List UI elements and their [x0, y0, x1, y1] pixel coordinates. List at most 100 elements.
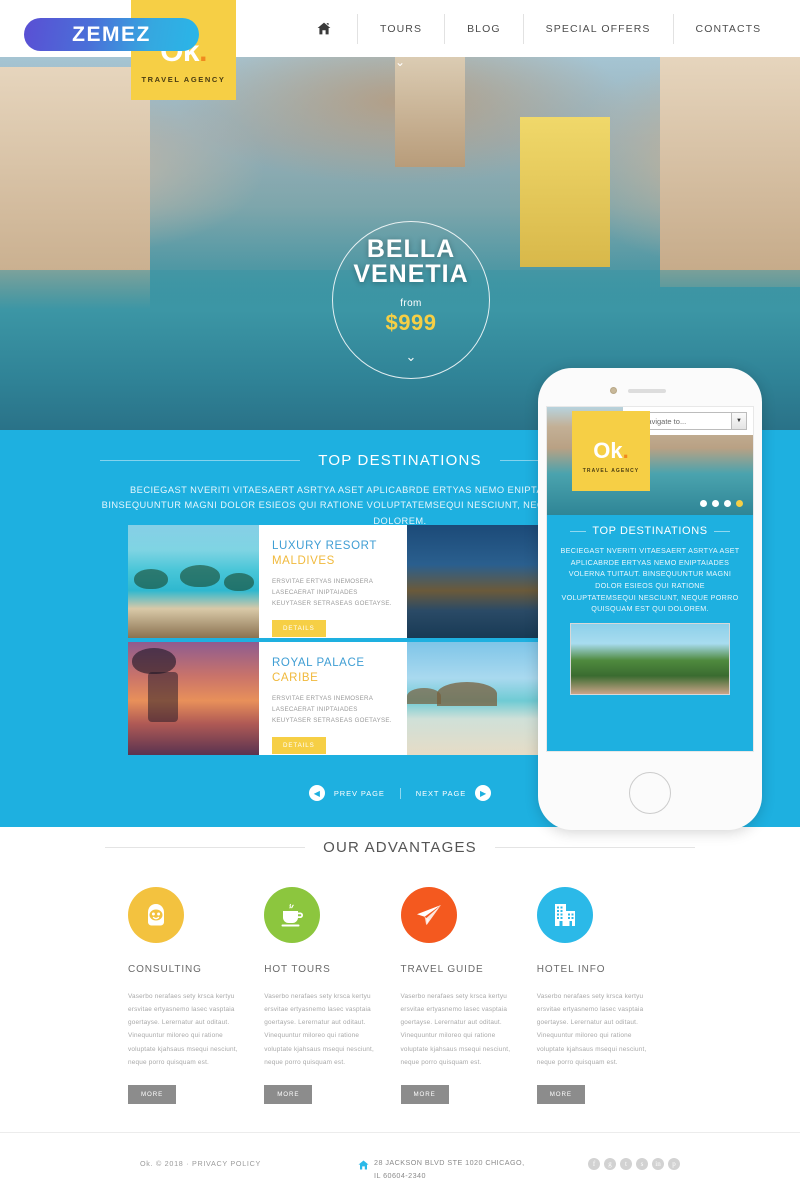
hero-building-right	[660, 57, 800, 287]
phone-home-button[interactable]	[629, 772, 671, 814]
phone-logo-dot: .	[622, 438, 629, 463]
nav-item-tours[interactable]: TOURS	[357, 13, 444, 44]
slider-dot-2[interactable]	[712, 500, 719, 507]
chevron-down-icon[interactable]: ⌄	[406, 350, 417, 363]
card-details-button[interactable]: DETAILS	[272, 736, 326, 754]
advantages-heading: OUR ADVANTAGES	[0, 827, 800, 856]
phone-logo[interactable]: Ok. TRAVEL AGENCY	[572, 411, 650, 491]
chevron-down-icon[interactable]: ▼	[731, 413, 746, 429]
hero-scroll-hint-icon[interactable]: ⌄	[395, 57, 405, 69]
advantage-title: CONSULTING	[128, 964, 202, 975]
next-page-label[interactable]: NEXT PAGE	[407, 789, 475, 798]
heading-rule-left	[105, 847, 306, 848]
advantage-more-button[interactable]: MORE	[536, 1084, 585, 1104]
advantage-hotel-info: HOTEL INFO Vaserbo nerafaes sety krsca k…	[536, 887, 673, 1104]
consultant-person-icon	[128, 887, 184, 943]
footer-address: 28 JACKSON BLVD STE 1020 CHICAGO, IL 606…	[358, 1157, 525, 1182]
destination-image-caribe-sunset[interactable]	[128, 642, 259, 755]
phone-screen: Navigate to... ▼ Ok. TRAVEL AGENCY TOP D…	[546, 406, 754, 752]
slider-dot-1[interactable]	[700, 500, 707, 507]
next-page-icon[interactable]: ▶	[475, 785, 492, 801]
main-navigation: TOURS BLOG SPECIAL OFFERS CONTACTS	[305, 0, 783, 57]
navigate-to-select[interactable]: Navigate to... ▼	[635, 412, 747, 430]
hero-tower	[395, 57, 465, 167]
linkedin-icon[interactable]: in	[652, 1158, 664, 1170]
advantage-text: Vaserbo nerafaes sety krsca kertyu ersvi…	[128, 993, 238, 1066]
footer-address-text: 28 JACKSON BLVD STE 1020 CHICAGO, IL 606…	[374, 1157, 525, 1182]
hero-title: BELLA VENETIA	[353, 237, 468, 286]
hero-yellow-building	[520, 117, 610, 267]
zemez-brand-badge[interactable]: ZEMEZ	[24, 18, 199, 51]
nav-item-special-offers[interactable]: SPECIAL OFFERS	[522, 13, 673, 44]
destination-image-london-bridge[interactable]	[407, 525, 538, 638]
advantage-travel-guide: TRAVEL GUIDE Vaserbo nerafaes sety krsca…	[400, 887, 537, 1104]
destination-card-maldives: LUXURY RESORT MALDIVES ERSVITAE ERTYAS I…	[259, 525, 407, 638]
advantages-grid: CONSULTING Vaserbo nerafaes sety krsca k…	[128, 887, 673, 1104]
advantage-more-button[interactable]: MORE	[128, 1084, 177, 1104]
logo-subtitle: TRAVEL AGENCY	[141, 74, 226, 84]
advantage-text: Vaserbo nerafaes sety krsca kertyu ersvi…	[536, 993, 647, 1066]
advantage-title: HOT TOURS	[264, 964, 331, 975]
phone-logo-subtitle: TRAVEL AGENCY	[582, 468, 640, 474]
advantage-more-button[interactable]: MORE	[400, 1084, 449, 1104]
advantage-more-button[interactable]: MORE	[264, 1084, 313, 1104]
logo-dot: .	[199, 34, 207, 68]
google-plus-icon[interactable]: g	[604, 1158, 616, 1170]
skype-icon[interactable]: s	[636, 1158, 648, 1170]
advantage-text: Vaserbo nerafaes sety krsca kertyu ersvi…	[400, 993, 511, 1066]
footer-social-links: f g t s in p	[588, 1158, 680, 1170]
address-line-1: 28 JACKSON BLVD STE 1020 CHICAGO,	[374, 1158, 525, 1167]
slider-dot-4-active[interactable]	[736, 500, 743, 507]
paper-plane-icon	[400, 887, 457, 943]
destination-card-caribe: ROYAL PALACE CARIBE ERSVITAE ERTYAS INEM…	[259, 642, 407, 755]
site-footer: Ok. © 2018 · PRIVACY POLICY 28 JACKSON B…	[0, 1132, 800, 1200]
phone-heading-rule-left	[570, 530, 587, 532]
hero-price: $999	[385, 310, 437, 335]
prev-page-icon[interactable]: ◀	[308, 785, 325, 801]
card-title: ROYAL PALACE	[272, 657, 365, 669]
home-icon	[317, 22, 331, 35]
phone-slider-dots	[700, 500, 743, 507]
destination-image-beach[interactable]	[407, 642, 538, 755]
nav-item-contacts[interactable]: CONTACTS	[672, 13, 784, 44]
phone-destinations-section: TOP DESTINATIONS BECIEGAST NVERITI VITAE…	[547, 515, 753, 751]
destinations-title: TOP DESTINATIONS	[318, 452, 482, 469]
hero-title-line2: VENETIA	[353, 259, 469, 288]
phone-destinations-title: TOP DESTINATIONS	[592, 525, 708, 537]
coffee-cup-icon	[264, 887, 321, 943]
nav-item-home[interactable]	[305, 14, 357, 44]
hero-from-label: from	[400, 298, 422, 309]
heading-rule-right	[494, 847, 695, 848]
pinterest-icon[interactable]: p	[668, 1158, 680, 1170]
card-title: LUXURY RESORT	[272, 540, 377, 552]
slider-dot-3[interactable]	[724, 500, 731, 507]
building-icon	[536, 887, 593, 943]
hero-title-line1: BELLA	[366, 235, 456, 263]
phone-hero: Navigate to... ▼ Ok. TRAVEL AGENCY	[547, 407, 753, 515]
home-icon	[358, 1157, 369, 1182]
advantage-title: HOTEL INFO	[536, 964, 606, 975]
phone-destinations-heading: TOP DESTINATIONS	[557, 525, 743, 537]
phone-destination-image[interactable]	[570, 622, 730, 695]
destination-image-maldives[interactable]	[128, 525, 259, 638]
site-header: ZEMEZ Ok. TRAVEL AGENCY TOURS BLOG SPECI…	[0, 0, 800, 100]
twitter-icon[interactable]: t	[620, 1158, 632, 1170]
destinations-grid: LUXURY RESORT MALDIVES ERSVITAE ERTYAS I…	[128, 525, 538, 755]
pager-separator	[399, 787, 401, 799]
prev-page-label[interactable]: PREV PAGE	[325, 789, 394, 798]
phone-speaker	[628, 389, 666, 393]
advantage-consulting: CONSULTING Vaserbo nerafaes sety krsca k…	[128, 887, 264, 1104]
card-details-button[interactable]: DETAILS	[272, 619, 326, 637]
card-subtitle: MALDIVES	[272, 554, 335, 567]
zemez-brand-label: ZEMEZ	[72, 22, 151, 46]
footer-copyright[interactable]: Ok. © 2018 · PRIVACY POLICY	[140, 1159, 261, 1168]
our-advantages-section: OUR ADVANTAGES CONSULTING Vaserbo nerafa…	[0, 827, 800, 1132]
card-description: ERSVITAE ERTYAS INEMOSERA LASECAERAT INI…	[272, 694, 392, 725]
card-description: ERSVITAE ERTYAS INEMOSERA LASECAERAT INI…	[272, 577, 392, 608]
advantage-hot-tours: HOT TOURS Vaserbo nerafaes sety krsca ke…	[264, 887, 400, 1104]
address-line-2: IL 60604-2340	[374, 1170, 426, 1180]
facebook-icon[interactable]: f	[588, 1158, 600, 1170]
heading-rule-left	[100, 460, 301, 461]
nav-item-blog[interactable]: BLOG	[444, 13, 523, 44]
hero-offer-circle[interactable]: BELLA VENETIA from $999 ⌄	[332, 221, 490, 379]
